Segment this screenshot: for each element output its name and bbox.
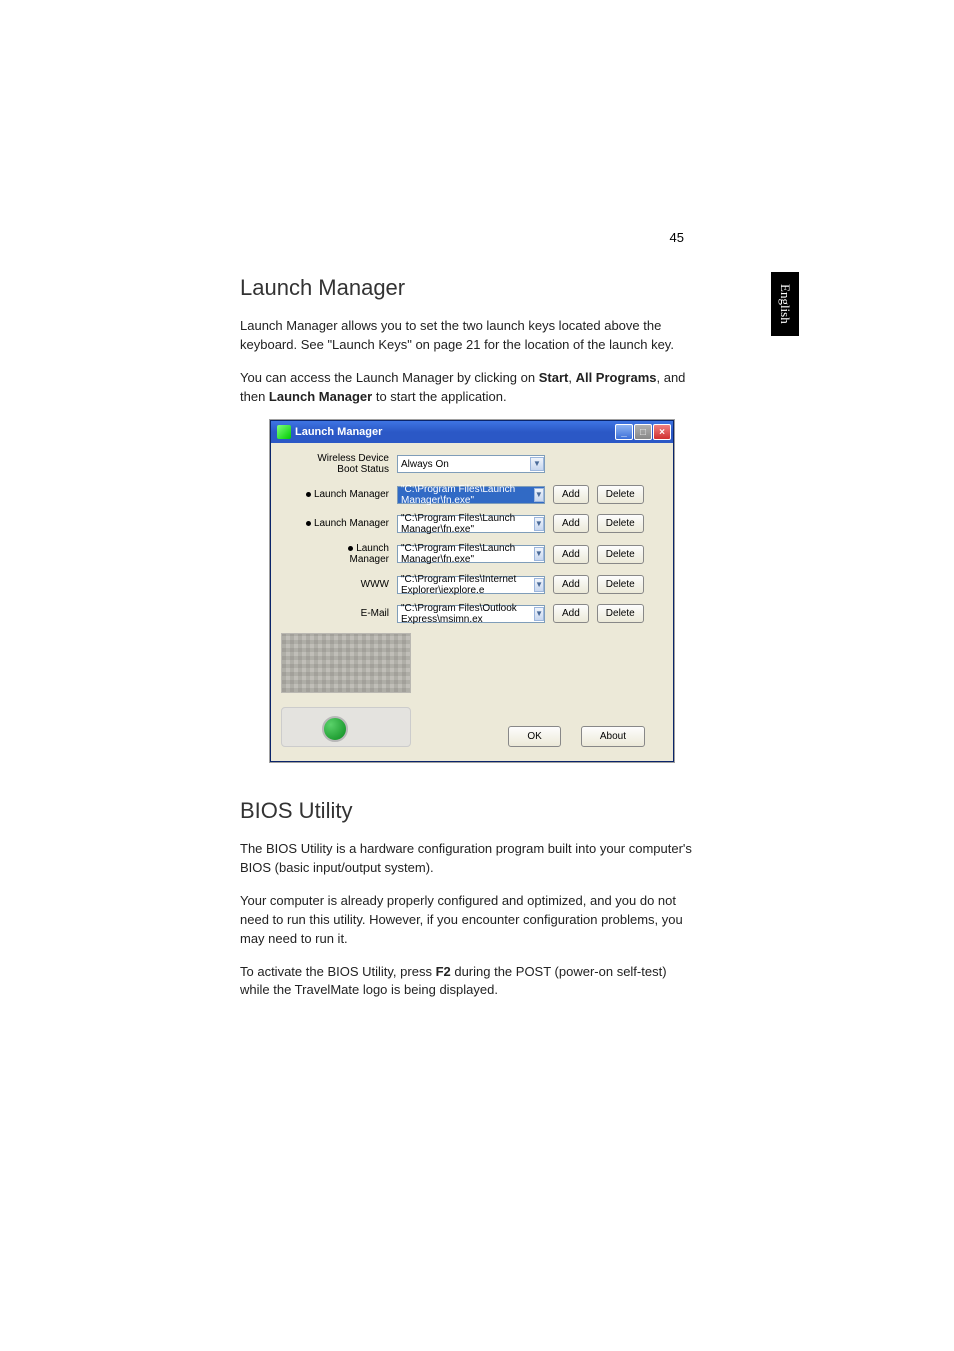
row2-label: Launch Manager bbox=[281, 518, 397, 529]
row4-label: WWW bbox=[281, 579, 397, 590]
row3-label: Launch Manager bbox=[281, 543, 397, 565]
row5-path-combo[interactable]: "C:\Program Files\Outlook Express\msimn.… bbox=[397, 605, 545, 623]
row2-delete-button[interactable]: Delete bbox=[597, 514, 644, 533]
bios-para2: Your computer is already properly config… bbox=[240, 892, 695, 949]
row5-delete-button[interactable]: Delete bbox=[597, 604, 644, 623]
row1-path-combo[interactable]: "C:\Program Files\Launch Manager\fn.exe"… bbox=[397, 486, 545, 504]
row5-add-button[interactable]: Add bbox=[553, 604, 589, 623]
laptop-front-diagram bbox=[281, 707, 411, 747]
row1-add-button[interactable]: Add bbox=[553, 485, 589, 504]
row4-path: "C:\Program Files\Internet Explorer\iexp… bbox=[401, 574, 532, 596]
launch-manager-para1: Launch Manager allows you to set the two… bbox=[240, 317, 695, 355]
row3-delete-button[interactable]: Delete bbox=[597, 545, 644, 564]
bios-utility-heading: BIOS Utility bbox=[240, 798, 695, 824]
launch-manager-app-icon bbox=[277, 425, 291, 439]
page-number: 45 bbox=[670, 230, 684, 245]
bullet-icon bbox=[348, 546, 353, 551]
row3-path: "C:\Program Files\Launch Manager\fn.exe" bbox=[401, 543, 532, 565]
bios-para1: The BIOS Utility is a hardware configura… bbox=[240, 840, 695, 878]
window-title: Launch Manager bbox=[295, 426, 382, 438]
launch-manager-para2: You can access the Launch Manager by cli… bbox=[240, 369, 695, 407]
row2-add-button[interactable]: Add bbox=[553, 514, 589, 533]
row4-delete-button[interactable]: Delete bbox=[597, 575, 644, 594]
dropdown-arrow-icon[interactable]: ▼ bbox=[534, 547, 544, 561]
bios-para3: To activate the BIOS Utility, press F2 d… bbox=[240, 963, 695, 1001]
row3-path-combo[interactable]: "C:\Program Files\Launch Manager\fn.exe"… bbox=[397, 545, 545, 563]
ok-button[interactable]: OK bbox=[508, 726, 560, 747]
minimize-button[interactable]: _ bbox=[615, 424, 633, 440]
bullet-icon bbox=[306, 492, 311, 497]
boot-status-label: Wireless Device Boot Status bbox=[281, 453, 397, 475]
row5-label: E-Mail bbox=[281, 608, 397, 619]
dropdown-arrow-icon[interactable]: ▼ bbox=[530, 457, 544, 471]
row4-path-combo[interactable]: "C:\Program Files\Internet Explorer\iexp… bbox=[397, 576, 545, 594]
row5-path: "C:\Program Files\Outlook Express\msimn.… bbox=[401, 603, 532, 625]
row4-add-button[interactable]: Add bbox=[553, 575, 589, 594]
boot-status-combo[interactable]: Always On ▼ bbox=[397, 455, 545, 473]
close-button[interactable]: × bbox=[653, 424, 671, 440]
launch-manager-window: Launch Manager _ □ × Wireless Device Boo… bbox=[270, 420, 674, 762]
dropdown-arrow-icon[interactable]: ▼ bbox=[534, 578, 544, 592]
boot-status-value: Always On bbox=[401, 459, 449, 470]
lm-para2-start: Start bbox=[539, 370, 569, 385]
language-tab: English bbox=[771, 272, 799, 336]
lm-para2-lm: Launch Manager bbox=[269, 389, 372, 404]
lm-para2-allprograms: All Programs bbox=[576, 370, 657, 385]
dropdown-arrow-icon[interactable]: ▼ bbox=[534, 517, 544, 531]
row2-path: "C:\Program Files\Launch Manager\fn.exe" bbox=[401, 513, 532, 535]
row3-add-button[interactable]: Add bbox=[553, 545, 589, 564]
row2-path-combo[interactable]: "C:\Program Files\Launch Manager\fn.exe"… bbox=[397, 515, 545, 533]
lm-para2-post: to start the application. bbox=[372, 389, 506, 404]
bios-para3-pre: To activate the BIOS Utility, press bbox=[240, 964, 436, 979]
power-button-icon bbox=[322, 716, 348, 742]
about-button[interactable]: About bbox=[581, 726, 645, 747]
keyboard-diagram bbox=[281, 633, 411, 693]
dropdown-arrow-icon[interactable]: ▼ bbox=[534, 607, 544, 621]
bios-para3-f2: F2 bbox=[436, 964, 451, 979]
titlebar: Launch Manager _ □ × bbox=[271, 421, 673, 443]
bullet-icon bbox=[306, 521, 311, 526]
lm-para2-mid1: , bbox=[568, 370, 575, 385]
launch-manager-heading: Launch Manager bbox=[240, 275, 695, 301]
row1-label: Launch Manager bbox=[281, 489, 397, 500]
dropdown-arrow-icon[interactable]: ▼ bbox=[534, 488, 544, 502]
lm-para2-pre: You can access the Launch Manager by cli… bbox=[240, 370, 539, 385]
row1-delete-button[interactable]: Delete bbox=[597, 485, 644, 504]
maximize-button: □ bbox=[634, 424, 652, 440]
row1-path: "C:\Program Files\Launch Manager\fn.exe" bbox=[401, 484, 532, 506]
